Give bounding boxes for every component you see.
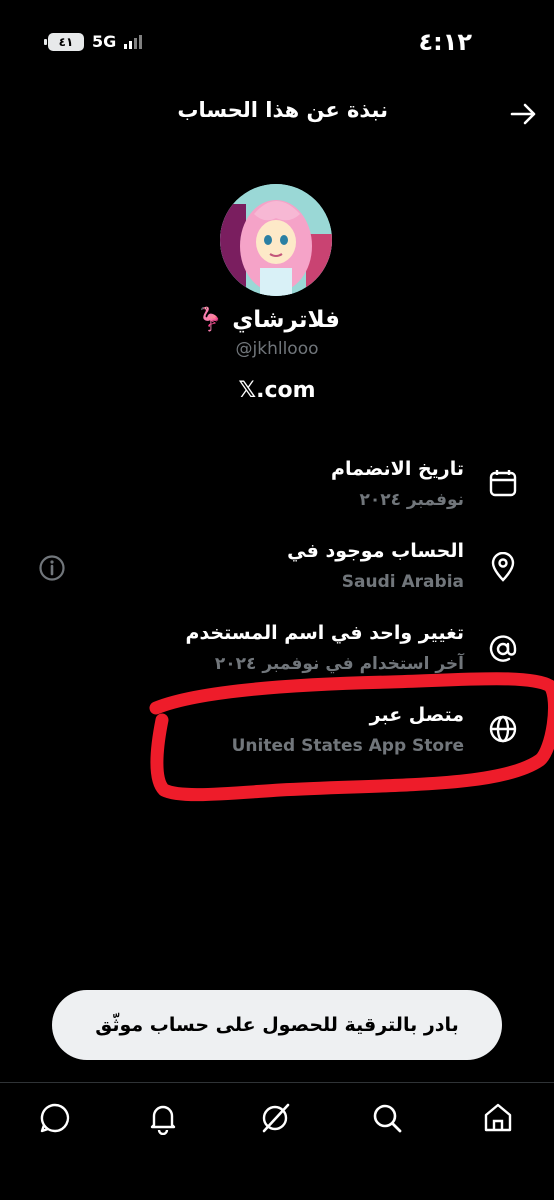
avatar-image (220, 184, 332, 296)
row-title: تغيير واحد في اسم المستخدم (185, 622, 464, 644)
row-value: آخر استخدام في نوفمبر ٢٠٢٤ (214, 654, 464, 674)
info-row-location: الحساب موجود في Saudi Arabia (0, 540, 554, 604)
row-value: United States App Store (231, 736, 464, 756)
arrow-right-icon (510, 103, 536, 125)
status-time: ٤:١٢ (418, 28, 472, 56)
status-bar: ٤١ 5G ٤:١٢ (0, 0, 554, 80)
battery-level: ٤١ (58, 34, 74, 49)
status-indicators: ٤١ 5G (44, 32, 143, 51)
back-button[interactable] (508, 98, 540, 130)
row-title: متصل عبر (369, 704, 464, 726)
home-icon[interactable] (481, 1101, 515, 1135)
globe-icon (489, 715, 517, 743)
battery-icon: ٤١ (44, 32, 84, 51)
page-title: نبذة عن هذا الحساب (177, 98, 388, 122)
calendar-icon (489, 470, 517, 497)
upgrade-verified-button[interactable]: بادر بالترقية للحصول على حساب موثّق (52, 990, 502, 1060)
messages-icon[interactable] (38, 1101, 72, 1135)
row-title: تاريخ الانضمام (331, 458, 464, 480)
avatar[interactable] (220, 184, 332, 296)
at-sign-icon (489, 635, 517, 662)
search-icon[interactable] (370, 1101, 404, 1135)
network-type: 5G (92, 32, 117, 51)
row-title: الحساب موجود في (287, 540, 464, 562)
notifications-icon[interactable] (146, 1101, 180, 1135)
header: نبذة عن هذا الحساب (0, 92, 554, 136)
upgrade-button-label: بادر بالترقية للحصول على حساب موثّق (95, 1014, 459, 1036)
location-pin-icon (491, 552, 515, 582)
grok-icon[interactable] (258, 1101, 292, 1135)
username-handle: @jkhllooo (235, 339, 319, 359)
info-row-joined: تاريخ الانضمام نوفمبر ٢٠٢٤ (0, 458, 554, 522)
info-row-username-changes: تغيير واحد في اسم المستخدم آخر استخدام ف… (0, 622, 554, 686)
info-icon[interactable] (38, 554, 66, 582)
row-value: نوفمبر ٢٠٢٤ (359, 490, 464, 510)
row-value: Saudi Arabia (341, 572, 464, 592)
display-name: فلاترشاي 🦩 (195, 307, 340, 333)
site-label: 𝕏.com (238, 378, 316, 403)
info-row-connected-via: متصل عبر United States App Store (0, 704, 554, 768)
signal-icon (124, 34, 143, 49)
bottom-nav (0, 1082, 554, 1153)
